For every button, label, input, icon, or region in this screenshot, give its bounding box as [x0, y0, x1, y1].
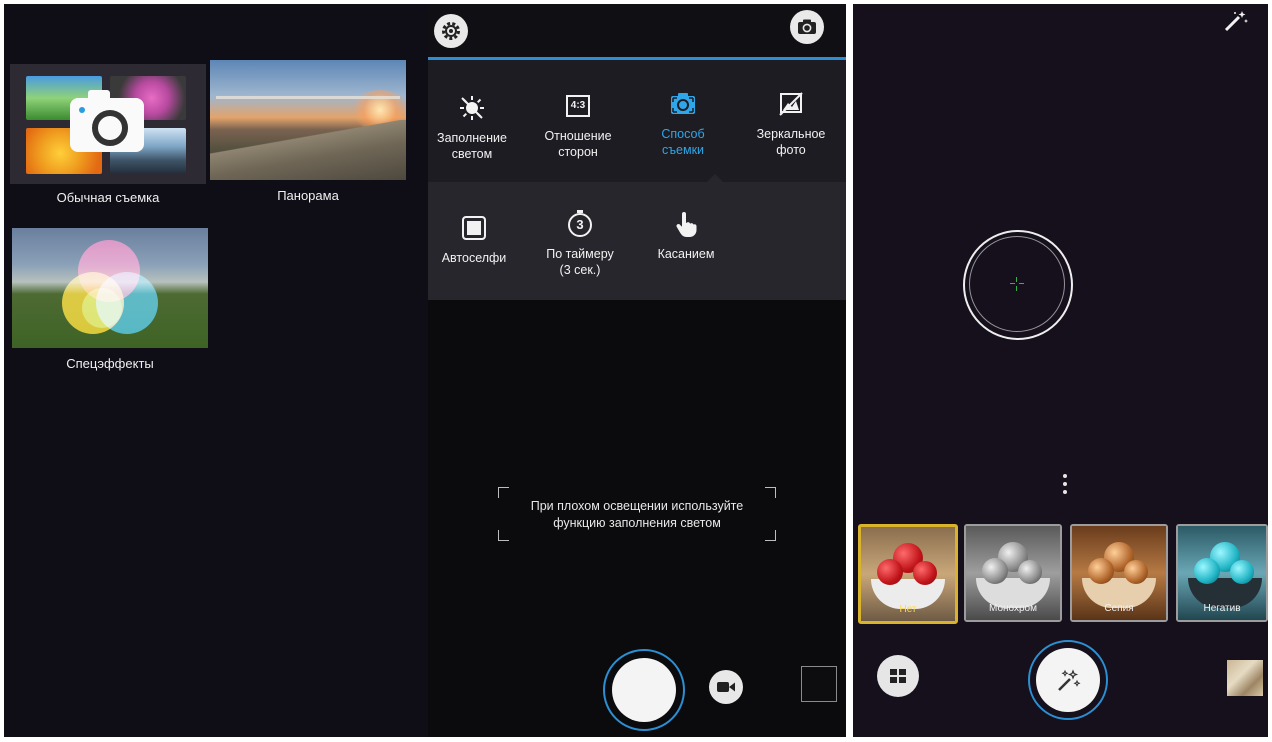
magic-wand-icon[interactable]: [1223, 10, 1249, 32]
filter-label: Сепия: [1104, 603, 1134, 614]
effects-thumbnail: [12, 228, 208, 348]
mode-panorama[interactable]: Панорама: [210, 60, 406, 208]
menu-label: Касанием: [657, 247, 715, 261]
effects-panel: Нет Монохром Сепия Негатив: [853, 4, 1268, 737]
menu-mirror-photo[interactable]: Зеркальное фото: [741, 90, 841, 158]
effects-shutter-button[interactable]: [1028, 640, 1108, 720]
menu-fill-light[interactable]: Заполнение светом: [428, 94, 522, 162]
gear-icon[interactable]: [434, 14, 468, 48]
aspect-ratio-value: 4:3: [566, 95, 590, 117]
menu-label: сторон: [558, 145, 598, 159]
menu-label: Заполнение: [437, 131, 507, 145]
settings-row-2: Автоселфи 3 По таймеру (3 сек.) Касанием: [428, 182, 846, 300]
gallery-thumbnail[interactable]: [1227, 660, 1263, 696]
video-record-icon[interactable]: [709, 670, 743, 704]
filter-negative[interactable]: Негатив: [1176, 524, 1268, 622]
filter-label: Нет: [899, 604, 917, 615]
focus-ring: [963, 230, 1073, 340]
gallery-thumbnail[interactable]: [801, 666, 837, 702]
settings-topbar: [428, 4, 846, 60]
filter-label: Монохром: [989, 603, 1037, 614]
switch-camera-icon[interactable]: [790, 10, 824, 44]
mode-label: Обычная съемка: [56, 190, 160, 205]
mode-normal-shooting[interactable]: Обычная съемка: [10, 64, 206, 212]
mode-grid-icon[interactable]: [877, 655, 919, 697]
mirror-photo-icon: [777, 90, 805, 118]
menu-label: Способ: [661, 127, 705, 141]
fill-light-icon: [458, 94, 486, 122]
more-options-icon[interactable]: [1062, 474, 1068, 498]
low-light-hint: При плохом освещении используйте функцию…: [498, 487, 776, 541]
filter-sepia[interactable]: Сепия: [1070, 524, 1168, 622]
menu-shooting-mode[interactable]: Способ съемки: [633, 90, 733, 158]
filter-label: Негатив: [1203, 603, 1241, 614]
filter-monochrome[interactable]: Монохром: [964, 524, 1062, 622]
menu-auto-selfie[interactable]: Автоселфи: [428, 214, 524, 266]
menu-label: По таймеру: [546, 247, 614, 261]
menu-touch[interactable]: Касанием: [636, 210, 736, 262]
aspect-ratio-icon: 4:3: [564, 92, 592, 120]
menu-label: светом: [451, 147, 493, 161]
timer-icon: 3: [566, 210, 594, 238]
auto-selfie-icon: [460, 214, 488, 242]
settings-panel: Заполнение светом 4:3 Отношение сторон С…: [428, 4, 846, 737]
menu-label: Отношение: [544, 129, 612, 143]
timer-value: 3: [568, 213, 592, 237]
panorama-thumbnail: [210, 60, 406, 180]
menu-aspect-ratio[interactable]: 4:3 Отношение сторон: [528, 92, 628, 160]
settings-row-1: Заполнение светом 4:3 Отношение сторон С…: [428, 60, 846, 182]
shooting-mode-icon: [669, 90, 697, 118]
normal-shooting-thumbnail: [10, 64, 206, 184]
mode-label: Панорама: [277, 188, 339, 203]
shutter-button[interactable]: [603, 649, 685, 731]
menu-label: (3 сек.): [559, 263, 601, 277]
modes-panel: Обычная съемка Панорама Спецэффекты: [4, 4, 428, 737]
menu-label: Автоселфи: [441, 251, 507, 265]
magic-wand-icon: [1036, 648, 1100, 712]
mode-label: Спецэффекты: [66, 356, 154, 371]
touch-icon: [672, 210, 700, 238]
menu-timer[interactable]: 3 По таймеру (3 сек.): [530, 210, 630, 278]
menu-label: фото: [776, 143, 806, 157]
menu-label: съемки: [661, 143, 705, 157]
camera-icon: [70, 90, 144, 152]
hint-text: функцию заполнения светом: [553, 516, 721, 530]
hint-text: При плохом освещении используйте: [530, 499, 744, 513]
menu-label: Зеркальное: [756, 127, 826, 141]
mode-special-effects[interactable]: Спецэффекты: [12, 228, 208, 376]
filter-none[interactable]: Нет: [858, 524, 958, 624]
